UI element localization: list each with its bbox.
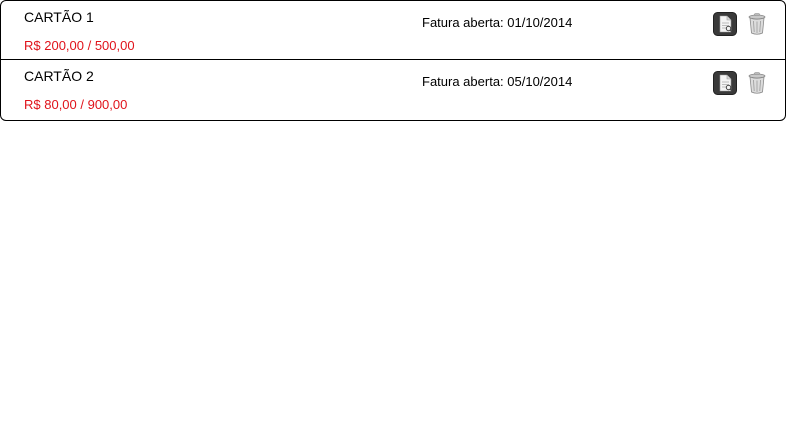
card-row-2[interactable]: CARTÃO 2 R$ 80,00 / 900,00 Fatura aberta…	[1, 59, 785, 118]
card-list: CARTÃO 1 R$ 200,00 / 500,00 Fatura abert…	[0, 0, 786, 121]
card-limit: R$ 200,00 / 500,00	[24, 38, 135, 53]
trash-icon[interactable]	[745, 12, 769, 36]
document-icon[interactable]	[713, 71, 737, 95]
document-icon[interactable]	[713, 12, 737, 36]
card-invoice-date: Fatura aberta: 05/10/2014	[422, 74, 573, 89]
trash-icon[interactable]	[745, 71, 769, 95]
card-invoice-date: Fatura aberta: 01/10/2014	[422, 15, 573, 30]
card-name: CARTÃO 1	[24, 9, 94, 25]
card-limit: R$ 80,00 / 900,00	[24, 97, 128, 112]
card-row-1[interactable]: CARTÃO 1 R$ 200,00 / 500,00 Fatura abert…	[1, 1, 785, 59]
card-name: CARTÃO 2	[24, 68, 94, 84]
